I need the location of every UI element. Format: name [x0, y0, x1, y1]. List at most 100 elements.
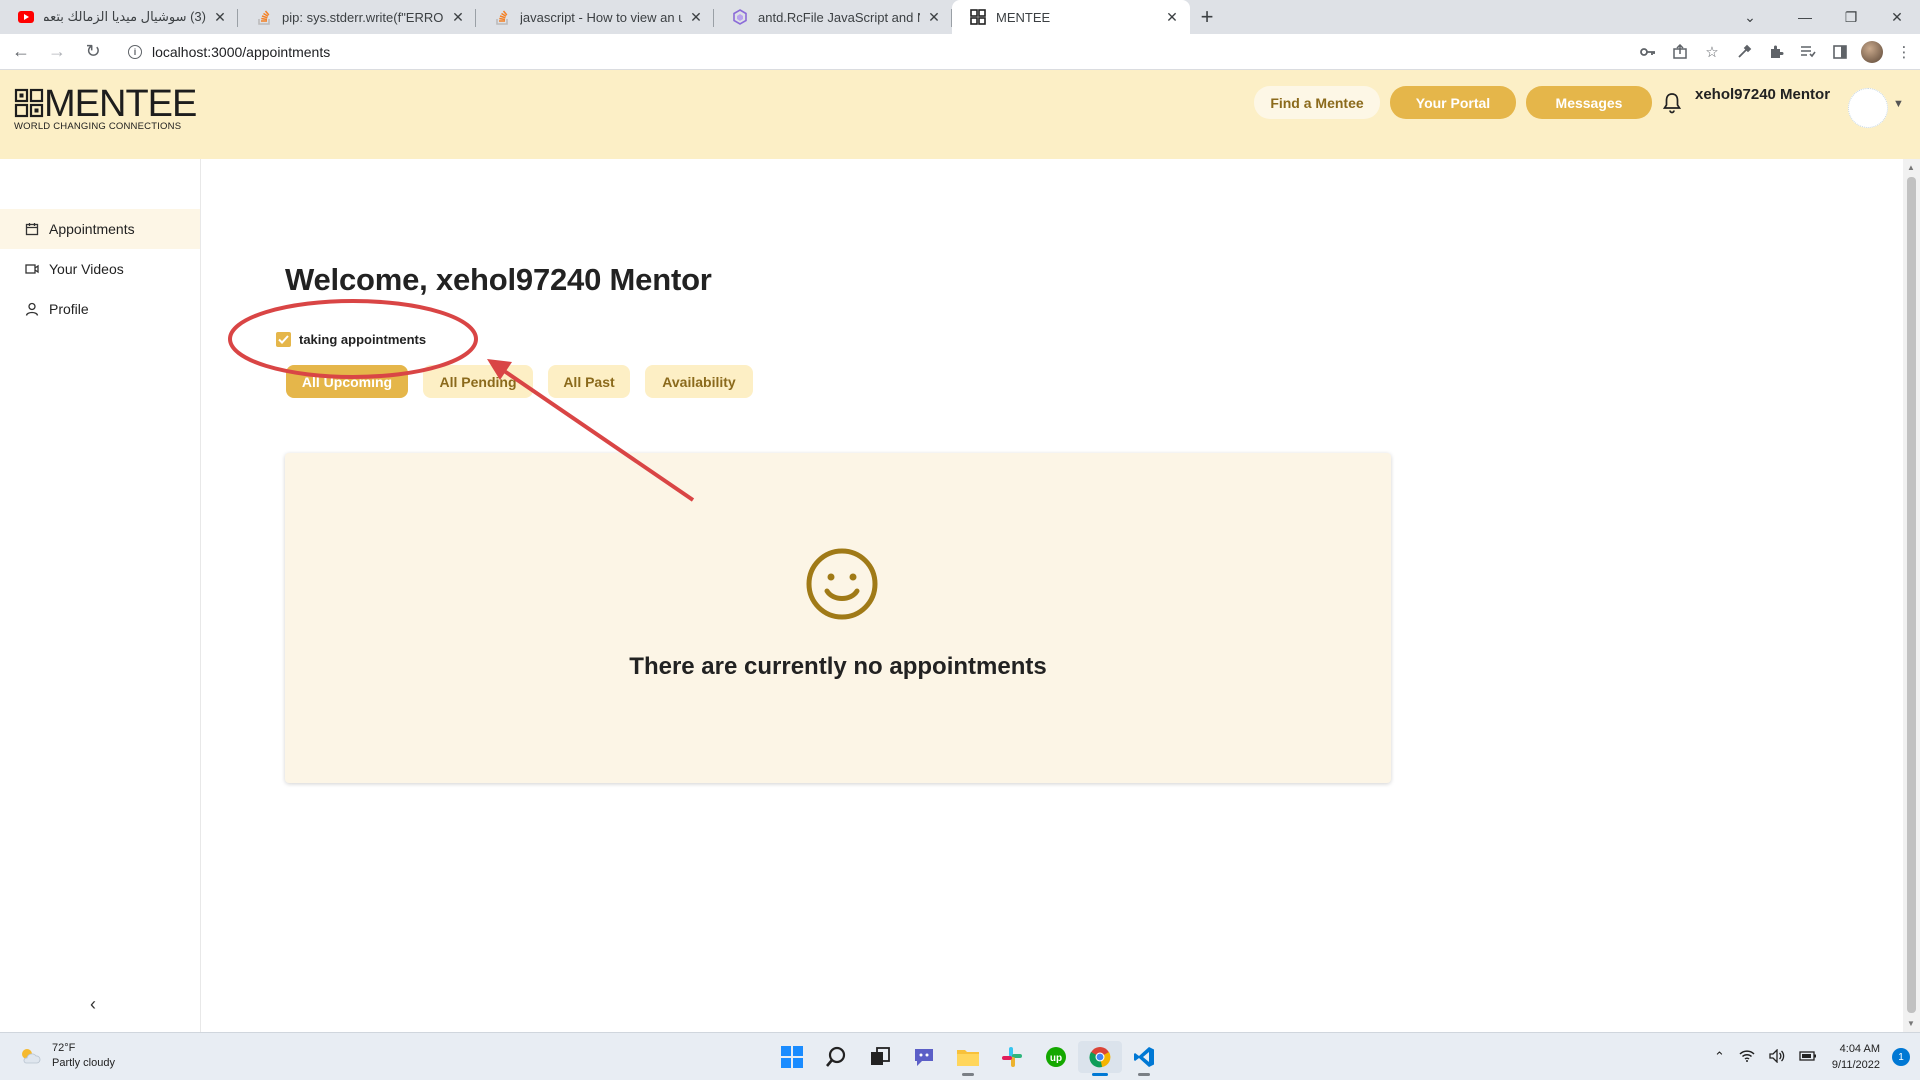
windows-start-icon[interactable]	[770, 1041, 814, 1073]
smiley-icon	[806, 548, 878, 620]
page-title: Welcome, xehol97240 Mentor	[285, 262, 712, 297]
minimize-icon[interactable]: —	[1782, 0, 1828, 34]
toolbar-icons: ☆ ⋮	[1632, 34, 1920, 70]
filter-all-pending-button[interactable]: All Pending	[423, 365, 533, 398]
sidebar-item-label: Your Videos	[49, 261, 124, 277]
windows-taskbar: 72°F Partly cloudy up ⌃ 4:04 AM 9/11/202…	[0, 1032, 1920, 1080]
close-icon[interactable]: ✕	[450, 9, 466, 26]
info-icon[interactable]: i	[128, 44, 142, 59]
chrome-icon[interactable]	[1078, 1041, 1122, 1076]
back-icon[interactable]: ←	[6, 37, 36, 67]
task-view-icon[interactable]	[858, 1041, 902, 1073]
restore-icon[interactable]: ❐	[1828, 0, 1874, 34]
mentee-logo-mark	[14, 88, 44, 118]
notification-badge[interactable]: 1	[1892, 1048, 1910, 1066]
sidebar-item-profile[interactable]: Profile	[0, 289, 200, 329]
search-icon[interactable]	[814, 1041, 858, 1073]
share-icon[interactable]	[1664, 44, 1696, 60]
close-icon[interactable]: ✕	[212, 9, 228, 26]
filter-all-past-button[interactable]: All Past	[548, 365, 630, 398]
file-explorer-icon[interactable]	[946, 1041, 990, 1076]
slack-icon[interactable]	[990, 1041, 1034, 1073]
chevron-up-icon[interactable]: ⌃	[1714, 1049, 1725, 1065]
scroll-down-icon[interactable]: ▼	[1907, 1019, 1915, 1028]
forward-icon[interactable]: →	[42, 37, 72, 67]
browser-tab-stackoverflow-js[interactable]: javascript - How to view an uplo ✕	[476, 0, 714, 34]
weather-condition: Partly cloudy	[52, 1057, 115, 1069]
stackoverflow-icon	[256, 9, 272, 25]
app-header: MENTEE WORLD CHANGING CONNECTIONS Find a…	[0, 70, 1920, 159]
sidebar: Appointments Your Videos Profile ‹	[0, 159, 201, 1032]
taskbar-apps: up	[770, 1041, 1166, 1076]
chevron-left-icon[interactable]: ‹	[90, 994, 96, 1015]
star-icon[interactable]: ☆	[1696, 43, 1728, 61]
browser-tab-stackoverflow-pip[interactable]: pip: sys.stderr.write(f"ERROR: {ex ✕	[238, 0, 476, 34]
weather-widget[interactable]: 72°F Partly cloudy	[18, 1041, 115, 1071]
close-icon[interactable]: ✕	[688, 9, 704, 26]
browser-tab-tabnine[interactable]: antd.RcFile JavaScript and Node.j ✕	[714, 0, 952, 34]
browser-tab-youtube[interactable]: (3) سوشيال ميديا الزمالك بتعمل عـ ✕	[0, 0, 238, 34]
battery-icon[interactable]	[1799, 1050, 1817, 1065]
address-bar[interactable]: i localhost:3000/appointments	[118, 38, 1718, 66]
page-scrollbar[interactable]: ▲ ▼	[1903, 159, 1920, 1032]
browser-toolbar: ← → ↻ i localhost:3000/appointments ☆ ⋮	[0, 34, 1920, 70]
reload-icon[interactable]: ↻	[78, 37, 108, 67]
find-a-mentee-button[interactable]: Find a Mentee	[1254, 86, 1380, 119]
checkmark-icon	[278, 335, 289, 344]
stackoverflow-icon	[494, 9, 510, 25]
tab-label: antd.RcFile JavaScript and Node.j	[758, 9, 920, 25]
profile-avatar-icon[interactable]	[1856, 41, 1888, 63]
taking-appointments-toggle[interactable]: taking appointments	[276, 332, 426, 347]
clock[interactable]: 4:04 AM 9/11/2022	[1832, 1041, 1880, 1073]
tab-search-icon[interactable]: ⌄	[1730, 0, 1770, 34]
clock-time: 4:04 AM	[1839, 1043, 1880, 1055]
window-close-icon[interactable]: ✕	[1874, 0, 1920, 34]
tab-label: (3) سوشيال ميديا الزمالك بتعمل عـ	[44, 9, 206, 24]
wifi-icon[interactable]	[1739, 1049, 1755, 1065]
user-icon	[25, 302, 39, 316]
key-icon[interactable]	[1632, 47, 1664, 57]
url-text: localhost:3000/appointments	[152, 43, 331, 60]
system-tray: ⌃ 4:04 AM 9/11/2022 1	[1707, 1033, 1910, 1080]
tab-label: javascript - How to view an uplo	[520, 9, 682, 25]
taking-appointments-checkbox[interactable]	[276, 332, 291, 347]
empty-appointments-card: There are currently no appointments	[285, 453, 1391, 783]
svg-text:up: up	[1050, 1053, 1062, 1064]
user-name: xehol97240 Mentor	[1695, 86, 1831, 103]
browser-tab-mentee[interactable]: MENTEE ✕	[952, 0, 1190, 34]
window-controls: — ❐ ✕	[1782, 0, 1920, 34]
reading-list-icon[interactable]	[1792, 45, 1824, 59]
extensions-icon[interactable]	[1760, 44, 1792, 60]
tab-label: MENTEE	[996, 9, 1051, 25]
teams-chat-icon[interactable]	[902, 1041, 946, 1073]
sidebar-item-label: Appointments	[49, 221, 135, 237]
avatar[interactable]	[1848, 88, 1888, 128]
filter-availability-button[interactable]: Availability	[645, 365, 753, 398]
messages-button[interactable]: Messages	[1526, 86, 1652, 119]
filter-all-upcoming-button[interactable]: All Upcoming	[286, 365, 408, 398]
vscode-icon[interactable]	[1122, 1041, 1166, 1076]
upwork-icon[interactable]: up	[1034, 1041, 1078, 1073]
partly-cloudy-icon	[22, 1049, 41, 1064]
sidebar-item-your-videos[interactable]: Your Videos	[0, 249, 200, 289]
scroll-up-icon[interactable]: ▲	[1907, 163, 1915, 172]
logo-wordmark: MENTEE	[44, 83, 197, 125]
clock-date: 9/11/2022	[1831, 1059, 1880, 1071]
scrollbar-thumb[interactable]	[1907, 177, 1916, 1013]
browser-tab-strip: (3) سوشيال ميديا الزمالك بتعمل عـ ✕ pip:…	[0, 0, 1920, 34]
chevron-down-icon[interactable]: ▼	[1893, 98, 1904, 110]
mentee-logo[interactable]: MENTEE WORLD CHANGING CONNECTIONS	[14, 84, 197, 132]
sidebar-item-appointments[interactable]: Appointments	[0, 209, 200, 249]
volume-icon[interactable]	[1769, 1047, 1785, 1066]
bell-icon[interactable]	[1660, 91, 1684, 115]
mentee-icon	[970, 9, 986, 25]
tab-label: pip: sys.stderr.write(f"ERROR: {ex	[282, 9, 444, 25]
close-icon[interactable]: ✕	[926, 9, 942, 26]
side-panel-icon[interactable]	[1824, 45, 1856, 59]
tabnine-icon	[732, 9, 748, 25]
close-icon[interactable]: ✕	[1164, 9, 1180, 26]
more-menu-icon[interactable]: ⋮	[1888, 43, 1920, 61]
your-portal-button[interactable]: Your Portal	[1390, 86, 1516, 119]
new-tab-button[interactable]: +	[1190, 0, 1224, 34]
eyedropper-icon[interactable]	[1728, 44, 1760, 60]
